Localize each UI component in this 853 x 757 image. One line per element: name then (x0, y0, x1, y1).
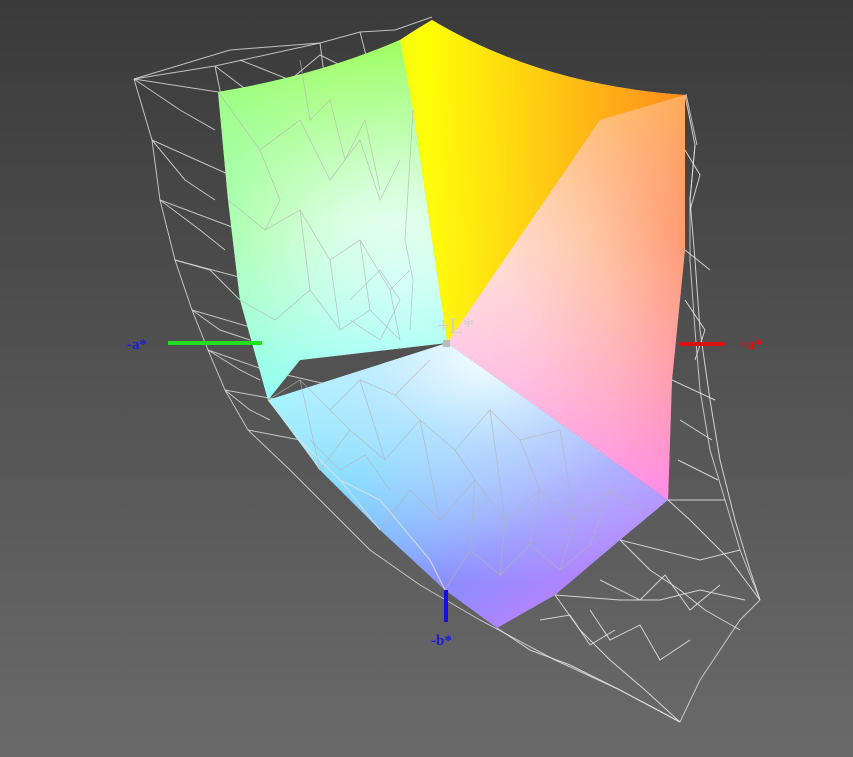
gamut-3d-view[interactable] (0, 0, 853, 757)
neg-a-axis-label: -a* (127, 337, 147, 353)
gamut-viewer: -a* +a* -b* +L* (0, 0, 853, 757)
pos-a-axis-label: +a* (739, 337, 763, 353)
origin-marker (443, 340, 450, 347)
neg-b-axis-label: -b* (431, 633, 452, 649)
pos-l-axis-label: +L* (437, 313, 474, 338)
